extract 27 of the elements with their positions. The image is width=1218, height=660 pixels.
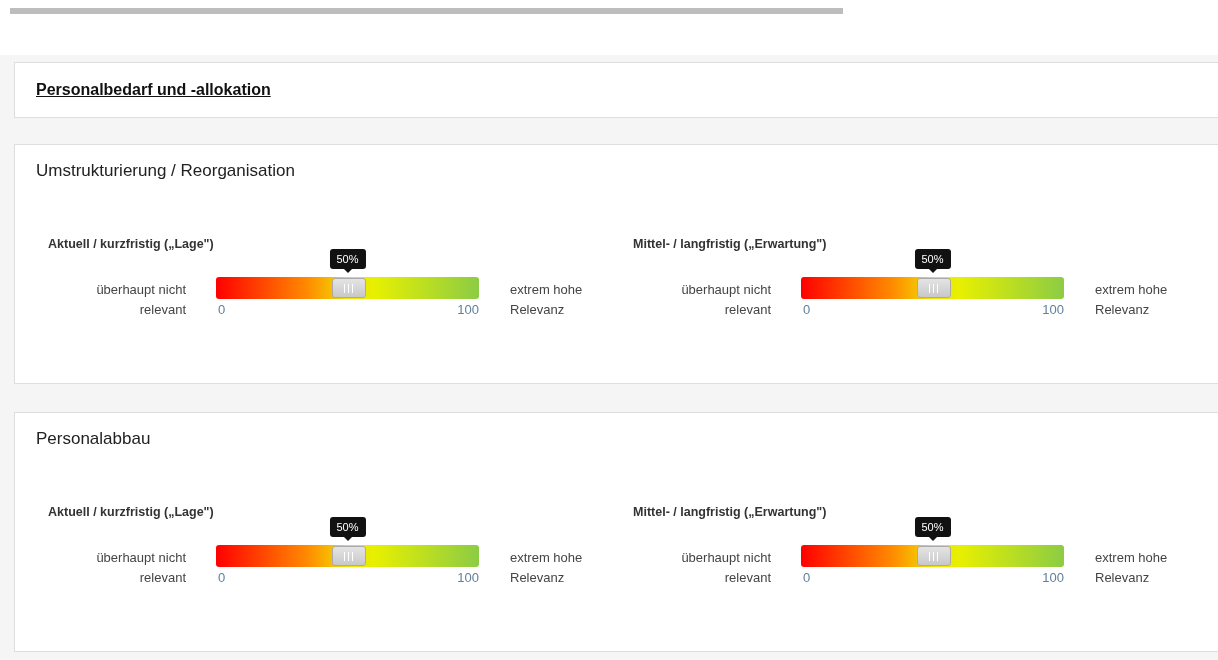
min-label: überhaupt nicht relevant: [95, 549, 186, 587]
slider-label: Aktuell / kurzfristig („Lage"): [48, 505, 215, 519]
scale-max: 100: [457, 570, 479, 585]
scale-min: 0: [218, 302, 226, 317]
min-label: überhaupt nicht relevant: [95, 281, 186, 319]
max-label: extrem hohe Relevanz: [510, 281, 584, 319]
slider-handle[interactable]: [916, 546, 951, 566]
question-title: Personalabbau: [36, 429, 151, 448]
slider-label: Aktuell / kurzfristig („Lage"): [48, 237, 215, 251]
max-label: extrem hohe Relevanz: [1095, 549, 1169, 587]
scale-min: 0: [803, 302, 811, 317]
slider-handle[interactable]: [331, 278, 366, 298]
scale-max: 100: [1042, 570, 1064, 585]
scale-max: 100: [457, 302, 479, 317]
slider-handle[interactable]: [331, 546, 366, 566]
scale-min: 0: [218, 570, 226, 585]
slider-handle[interactable]: [916, 278, 951, 298]
slider-label: Mittel- / langfristig („Erwartung"): [633, 505, 828, 519]
section-heading: Personalbedarf und -allokation: [36, 81, 271, 99]
max-label: extrem hohe Relevanz: [1095, 281, 1169, 319]
max-label: extrem hohe Relevanz: [510, 549, 584, 587]
question-title: Umstrukturierung / Reorganisation: [36, 161, 295, 180]
min-label: überhaupt nicht relevant: [680, 281, 771, 319]
scale-max: 100: [1042, 302, 1064, 317]
min-label: überhaupt nicht relevant: [680, 549, 771, 587]
slider-label: Mittel- / langfristig („Erwartung"): [633, 237, 828, 251]
scale-min: 0: [803, 570, 811, 585]
